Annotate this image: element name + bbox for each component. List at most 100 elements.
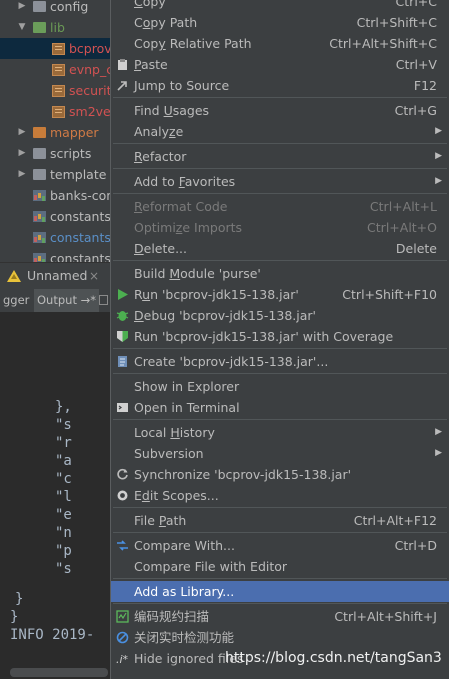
menu-item-label: Analyze	[134, 124, 184, 139]
menu-item-create-bcprov-jdk15-138-jar[interactable]: Create 'bcprov-jdk15-138.jar'...	[111, 351, 449, 372]
console-closing-brace: },	[55, 399, 72, 415]
tree-item-label: constants.	[50, 209, 110, 224]
chevron-right-icon[interactable]: ▶	[17, 122, 27, 143]
chevron-right-icon[interactable]: ▶	[17, 164, 27, 185]
menu-item-build-module-purse[interactable]: Build Module 'purse'	[111, 263, 449, 284]
tree-item[interactable]: ▼ lib	[0, 17, 110, 38]
close-icon[interactable]: ×	[89, 263, 99, 289]
tree-item[interactable]: constants.	[0, 248, 110, 262]
coverage-icon	[116, 330, 129, 343]
menu-item-find-usages[interactable]: Find Usages Ctrl+G	[111, 100, 449, 121]
terminal-icon	[116, 401, 129, 414]
menu-item-shortcut: Delete	[395, 241, 437, 256]
run-icon	[116, 288, 129, 301]
tree-item[interactable]: bcprov	[0, 38, 110, 59]
menu-item-edit-scopes[interactable]: Edit Scopes...	[111, 485, 449, 506]
tree-item[interactable]: ▶ config	[0, 0, 110, 17]
menu-item-shortcut: Ctrl+D	[394, 538, 437, 553]
menu-item-shortcut: Ctrl+Alt+Shift+J	[334, 609, 437, 624]
compare-icon	[116, 539, 129, 552]
menu-item-label: Debug 'bcprov-jdk15-138.jar'	[134, 308, 316, 323]
run-config-title[interactable]: Unnamed	[27, 263, 87, 289]
menu-item-show-in-explorer[interactable]: Show in Explorer	[111, 376, 449, 397]
tree-item[interactable]: sm2ver	[0, 101, 110, 122]
menu-item-local-history[interactable]: Local History ▶	[111, 422, 449, 443]
tree-item[interactable]: banks-con	[0, 185, 110, 206]
menu-item-copy-path[interactable]: Copy Path Ctrl+Shift+C	[111, 12, 449, 33]
chevron-right-icon[interactable]: ▶	[17, 0, 27, 17]
tree-item[interactable]: evnp_co	[0, 59, 110, 80]
tab-output[interactable]: Output →*	[34, 289, 99, 312]
tree-item[interactable]: ▶ scripts	[0, 143, 110, 164]
tree-item-label: banks-con	[50, 188, 110, 203]
menu-item-compare-with[interactable]: Compare With... Ctrl+D	[111, 535, 449, 556]
menu-item-file-path[interactable]: File Path Ctrl+Alt+F12	[111, 510, 449, 531]
chevron-right-icon[interactable]: ▶	[17, 143, 27, 164]
menu-item-shortcut: Ctrl+Alt+F12	[353, 513, 437, 528]
tree-item[interactable]: constants.	[0, 227, 110, 248]
console-log-line: INFO 2019-	[10, 627, 95, 643]
tree-item[interactable]: constants.	[0, 206, 110, 227]
tree-item-label: template	[50, 167, 107, 182]
submenu-arrow-icon: ▶	[435, 126, 442, 136]
menu-item-shortcut: Ctrl+Shift+F10	[342, 287, 437, 302]
menu-item-item[interactable]: 编码规约扫描 Ctrl+Alt+Shift+J	[111, 606, 449, 627]
tree-item[interactable]: security	[0, 80, 110, 101]
menu-item-jump-to-source[interactable]: Jump to Source F12	[111, 75, 449, 96]
jar-icon	[52, 43, 65, 55]
menu-separator	[113, 603, 447, 604]
tree-item-label: mapper	[50, 125, 99, 140]
horizontal-scrollbar[interactable]	[10, 668, 108, 677]
config-file-icon	[33, 211, 46, 222]
menu-item-label: Add as Library...	[134, 584, 235, 599]
config-file-icon	[33, 253, 46, 262]
menu-item-label: Reformat Code	[134, 199, 228, 214]
menu-item-run-bcprov-jdk15-138-jar[interactable]: Run 'bcprov-jdk15-138.jar' Ctrl+Shift+F10	[111, 284, 449, 305]
menu-item-subversion[interactable]: Subversion ▶	[111, 443, 449, 464]
menu-item-label: Show in Explorer	[134, 379, 240, 394]
folder-icon	[33, 169, 46, 180]
folder-icon	[33, 1, 46, 12]
menu-item-label: Subversion	[134, 446, 204, 461]
chevron-down-icon[interactable]: ▼	[17, 17, 27, 38]
paste-icon	[116, 58, 129, 71]
menu-item-item[interactable]: 关闭实时检测功能	[111, 627, 449, 648]
menu-item-open-in-terminal[interactable]: Open in Terminal	[111, 397, 449, 418]
console-json-line: "e	[55, 507, 72, 523]
menu-item-label: Copy Relative Path	[134, 36, 252, 51]
menu-item-shortcut: Ctrl+Alt+L	[369, 199, 437, 214]
menu-item-debug-bcprov-jdk15-138-jar[interactable]: Debug 'bcprov-jdk15-138.jar'	[111, 305, 449, 326]
tree-item-label: scripts	[50, 146, 92, 161]
menu-separator	[113, 532, 447, 533]
menu-separator	[113, 168, 447, 169]
menu-item-delete[interactable]: Delete... Delete	[111, 238, 449, 259]
console-json-line: "c	[55, 471, 72, 487]
menu-item-run-bcprov-jdk15-138-jar-with-coverage[interactable]: Run 'bcprov-jdk15-138.jar' with Coverage	[111, 326, 449, 347]
output-restore-icon[interactable]	[99, 295, 108, 305]
menu-item-add-as-library[interactable]: Add as Library...	[111, 581, 449, 602]
tab-debugger[interactable]: gger	[0, 289, 32, 312]
menu-separator	[113, 260, 447, 261]
menu-item-synchronize-bcprov-jdk15-138-jar[interactable]: Synchronize 'bcprov-jdk15-138.jar'	[111, 464, 449, 485]
watermark-text: https://blog.csdn.net/tangSan3	[225, 650, 442, 666]
console-output[interactable]: }, "s "r "a "c "l "e "n "p "s}} INFO 2019-	[0, 312, 110, 678]
menu-item-paste[interactable]: Paste Ctrl+V	[111, 54, 449, 75]
folder-icon	[33, 127, 46, 138]
block-icon	[116, 631, 129, 644]
menu-item-refactor[interactable]: Refactor ▶	[111, 146, 449, 167]
tree-item-label: constants.	[50, 251, 110, 262]
menu-item-add-to-favorites[interactable]: Add to Favorites ▶	[111, 171, 449, 192]
jar-icon	[52, 85, 65, 97]
menu-item-shortcut: Ctrl+C	[395, 0, 437, 9]
menu-item-label: Delete...	[134, 241, 188, 256]
jump-icon	[116, 79, 129, 92]
tree-item[interactable]: ▶ template	[0, 164, 110, 185]
menu-item-copy-relative-path[interactable]: Copy Relative Path Ctrl+Alt+Shift+C	[111, 33, 449, 54]
menu-item-label: Add to Favorites	[134, 174, 236, 189]
menu-item-copy[interactable]: Copy Ctrl+C	[111, 0, 449, 12]
tree-item[interactable]: ▶ mapper	[0, 122, 110, 143]
menu-item-compare-file-with-editor[interactable]: Compare File with Editor	[111, 556, 449, 577]
config-file-icon	[33, 232, 46, 243]
menu-item-analyze[interactable]: Analyze ▶	[111, 121, 449, 142]
run-panel-header: Unnamed ×	[0, 262, 110, 289]
